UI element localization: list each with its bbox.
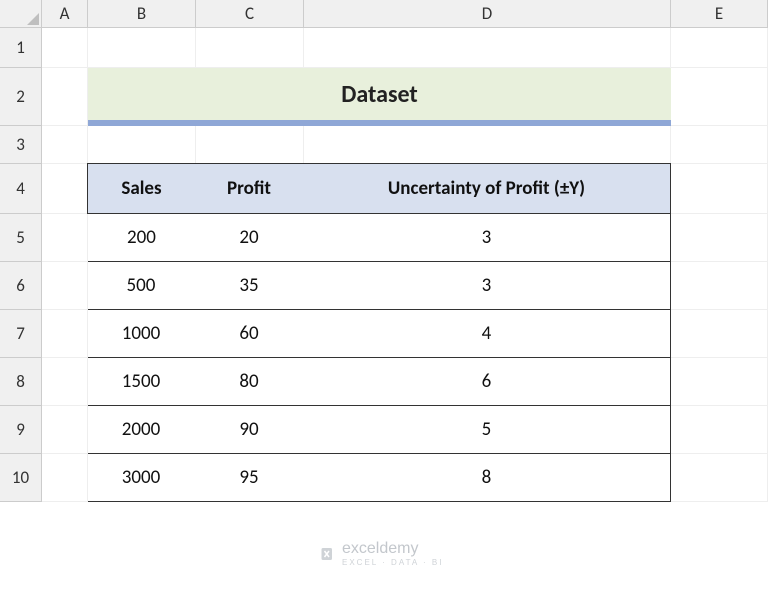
table-row[interactable]: 500 <box>87 261 196 310</box>
table-row[interactable]: 90 <box>195 405 304 454</box>
cell-a10[interactable] <box>42 454 88 502</box>
table-header-sales[interactable]: Sales <box>87 163 196 214</box>
cell-e4[interactable] <box>671 164 768 214</box>
row-head-4[interactable]: 4 <box>0 164 42 214</box>
col-head-c[interactable]: C <box>196 0 304 28</box>
row-head-6[interactable]: 6 <box>0 262 42 310</box>
table-row[interactable]: 35 <box>195 261 304 310</box>
table-row[interactable]: 4 <box>303 309 671 358</box>
table-row[interactable]: 6 <box>303 357 671 406</box>
cell-c1[interactable] <box>196 28 304 68</box>
spreadsheet-grid: A B C D E 1 2 Dataset 3 4 Sales Profit U… <box>0 0 768 550</box>
select-all-corner[interactable] <box>0 0 42 28</box>
cell-a9[interactable] <box>42 406 88 454</box>
data-table: Sales Profit Uncertainty of Profit (±Y) … <box>88 164 671 502</box>
cell-e7[interactable] <box>671 310 768 358</box>
cell-e5[interactable] <box>671 214 768 262</box>
cell-e8[interactable] <box>671 358 768 406</box>
cell-e2[interactable] <box>671 68 768 126</box>
cell-a4[interactable] <box>42 164 88 214</box>
table-row[interactable]: 1500 <box>87 357 196 406</box>
cell-e10[interactable] <box>671 454 768 502</box>
row-head-5[interactable]: 5 <box>0 214 42 262</box>
cell-a7[interactable] <box>42 310 88 358</box>
row-head-1[interactable]: 1 <box>0 28 42 68</box>
cell-c3[interactable] <box>196 126 304 164</box>
cell-a5[interactable] <box>42 214 88 262</box>
cell-d3[interactable] <box>304 126 671 164</box>
row-head-10[interactable]: 10 <box>0 454 42 502</box>
watermark-text: exceldemy <box>342 540 418 557</box>
row-head-2[interactable]: 2 <box>0 68 42 126</box>
row-head-8[interactable]: 8 <box>0 358 42 406</box>
table-row[interactable]: 5 <box>303 405 671 454</box>
col-head-e[interactable]: E <box>671 0 768 28</box>
cell-a6[interactable] <box>42 262 88 310</box>
table-row[interactable]: 8 <box>303 453 671 502</box>
cell-b3[interactable] <box>88 126 196 164</box>
cell-e1[interactable] <box>671 28 768 68</box>
excel-icon <box>320 545 338 563</box>
cell-e3[interactable] <box>671 126 768 164</box>
table-row[interactable]: 200 <box>87 213 196 262</box>
row-head-3[interactable]: 3 <box>0 126 42 164</box>
table-row[interactable]: 3 <box>303 213 671 262</box>
table-row[interactable]: 3 <box>303 261 671 310</box>
cell-e9[interactable] <box>671 406 768 454</box>
table-row[interactable]: 60 <box>195 309 304 358</box>
row-head-7[interactable]: 7 <box>0 310 42 358</box>
cell-b1[interactable] <box>88 28 196 68</box>
table-row[interactable]: 80 <box>195 357 304 406</box>
watermark-subtext: EXCEL · DATA · BI <box>342 558 443 567</box>
col-head-a[interactable]: A <box>42 0 88 28</box>
select-all-triangle-icon <box>27 13 39 25</box>
table-row[interactable]: 3000 <box>87 453 196 502</box>
dataset-title[interactable]: Dataset <box>88 68 671 126</box>
watermark: exceldemy EXCEL · DATA · BI <box>320 540 443 567</box>
row-head-9[interactable]: 9 <box>0 406 42 454</box>
table-row[interactable]: 1000 <box>87 309 196 358</box>
cell-a3[interactable] <box>42 126 88 164</box>
table-header-uncertainty[interactable]: Uncertainty of Profit (±Y) <box>303 163 671 214</box>
cell-e6[interactable] <box>671 262 768 310</box>
table-row[interactable]: 2000 <box>87 405 196 454</box>
cell-a1[interactable] <box>42 28 88 68</box>
table-row[interactable]: 95 <box>195 453 304 502</box>
cell-a2[interactable] <box>42 68 88 126</box>
table-header-profit[interactable]: Profit <box>195 163 304 214</box>
cell-d1[interactable] <box>304 28 671 68</box>
table-row[interactable]: 20 <box>195 213 304 262</box>
col-head-d[interactable]: D <box>304 0 671 28</box>
col-head-b[interactable]: B <box>88 0 196 28</box>
cell-a8[interactable] <box>42 358 88 406</box>
